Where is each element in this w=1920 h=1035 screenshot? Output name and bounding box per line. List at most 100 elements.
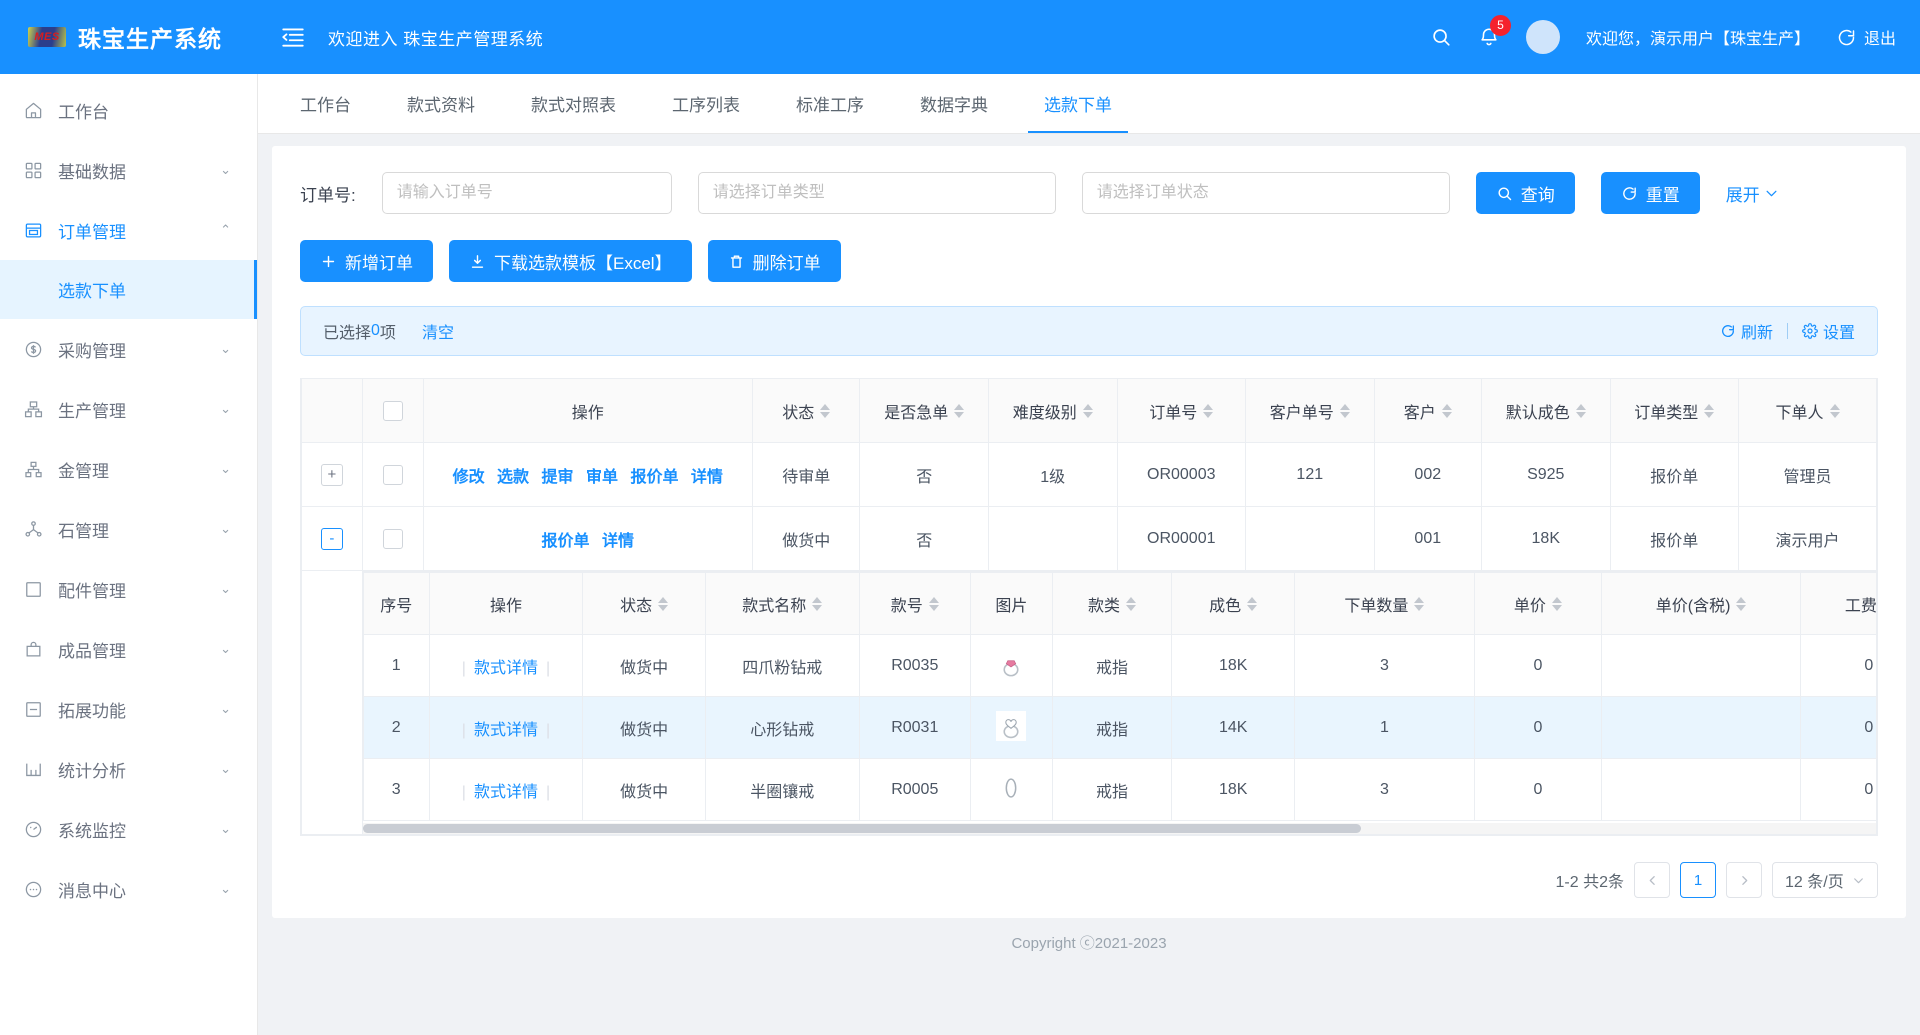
- subcol-price-tax[interactable]: 单价(含税): [1602, 573, 1801, 635]
- op-quotation[interactable]: 报价单: [630, 469, 678, 486]
- sort-icon[interactable]: [1126, 597, 1136, 611]
- col-order-no[interactable]: 订单号: [1117, 379, 1246, 443]
- prev-page-button[interactable]: [1634, 862, 1670, 898]
- page-1-button[interactable]: 1: [1680, 862, 1716, 898]
- collapse-row-button[interactable]: -: [321, 528, 343, 550]
- tab-workbench[interactable]: 工作台: [272, 74, 379, 133]
- sort-icon[interactable]: [954, 404, 964, 418]
- col-customer[interactable]: 客户: [1374, 379, 1481, 443]
- sort-icon[interactable]: [820, 404, 830, 418]
- sidebar-item-workbench[interactable]: 工作台: [0, 80, 257, 140]
- table-row[interactable]: 2 款式详情 做货中 心形钻戒 R0031: [363, 697, 1876, 759]
- sort-icon[interactable]: [1442, 404, 1452, 418]
- op-quotation[interactable]: 报价单: [542, 533, 590, 550]
- subcol-qty[interactable]: 下单数量: [1295, 573, 1475, 635]
- tab-select-style-order[interactable]: 选款下单: [1016, 74, 1140, 133]
- table-row[interactable]: + 修改 选款 提审 审单 报价单 详情 待审单: [302, 443, 1877, 507]
- op-detail[interactable]: 详情: [602, 533, 634, 550]
- sidebar-item-order-management[interactable]: 订单管理 ⌃: [0, 200, 257, 260]
- order-type-select[interactable]: [698, 172, 1056, 214]
- search-button[interactable]: 查询: [1476, 172, 1575, 214]
- subcol-price[interactable]: 单价: [1474, 573, 1601, 635]
- order-status-select[interactable]: [1082, 172, 1450, 214]
- col-operator[interactable]: 下单人: [1739, 379, 1877, 443]
- style-detail-link[interactable]: 款式详情: [462, 784, 550, 801]
- subcol-category[interactable]: 款类: [1052, 573, 1171, 635]
- table-row[interactable]: - 报价单 详情 做货中 否 OR00001: [302, 507, 1877, 571]
- page-size-select[interactable]: 12 条/页: [1772, 862, 1878, 898]
- op-detail[interactable]: 详情: [691, 469, 723, 486]
- sort-icon[interactable]: [1704, 404, 1714, 418]
- sidebar-item-statistics[interactable]: 统计分析 ⌄: [0, 739, 257, 799]
- sidebar-item-accessories[interactable]: 配件管理 ⌄: [0, 559, 257, 619]
- half-pave-ring-thumb[interactable]: [994, 771, 1028, 805]
- col-urgent[interactable]: 是否急单: [860, 379, 989, 443]
- add-order-button[interactable]: 新增订单: [300, 240, 433, 282]
- sidebar-item-message-center[interactable]: 消息中心 ⌄: [0, 859, 257, 919]
- sidebar-item-finished-goods[interactable]: 成品管理 ⌄: [0, 619, 257, 679]
- pink-diamond-ring-thumb[interactable]: [994, 647, 1028, 681]
- clear-selection-link[interactable]: 清空: [422, 319, 454, 343]
- sidebar-item-select-style-order[interactable]: 选款下单: [0, 260, 257, 319]
- sidebar-item-system-monitor[interactable]: 系统监控 ⌄: [0, 799, 257, 859]
- subcol-style-name[interactable]: 款式名称: [706, 573, 860, 635]
- order-no-input[interactable]: [382, 172, 672, 214]
- reset-button[interactable]: 重置: [1601, 172, 1700, 214]
- sort-icon[interactable]: [929, 597, 939, 611]
- row-checkbox[interactable]: [383, 529, 403, 549]
- tab-standard-process[interactable]: 标准工序: [768, 74, 892, 133]
- tab-process-list[interactable]: 工序列表: [644, 74, 768, 133]
- col-status[interactable]: 状态: [752, 379, 859, 443]
- sidebar-item-stone[interactable]: 石管理 ⌄: [0, 499, 257, 559]
- style-detail-link[interactable]: 款式详情: [462, 660, 550, 677]
- search-icon[interactable]: [1430, 26, 1452, 48]
- tab-data-dictionary[interactable]: 数据字典: [892, 74, 1016, 133]
- scrollbar-thumb[interactable]: [363, 824, 1362, 833]
- row-checkbox[interactable]: [383, 465, 403, 485]
- sort-icon[interactable]: [812, 597, 822, 611]
- logout-button[interactable]: 退出: [1836, 25, 1896, 49]
- sort-icon[interactable]: [1340, 404, 1350, 418]
- op-edit[interactable]: 修改: [453, 469, 485, 486]
- heart-diamond-ring-thumb[interactable]: [994, 709, 1028, 743]
- menu-fold-icon[interactable]: [280, 24, 306, 50]
- refresh-button[interactable]: 刷新: [1720, 319, 1773, 343]
- next-page-button[interactable]: [1726, 862, 1762, 898]
- sort-icon[interactable]: [658, 597, 668, 611]
- col-difficulty[interactable]: 难度级别: [988, 379, 1117, 443]
- op-review[interactable]: 审单: [586, 469, 618, 486]
- select-all-checkbox[interactable]: [383, 401, 403, 421]
- table-row[interactable]: 3 款式详情 做货中 半圈镶戒 R0005: [363, 759, 1876, 821]
- op-select-style[interactable]: 选款: [497, 469, 529, 486]
- style-detail-link[interactable]: 款式详情: [462, 722, 550, 739]
- col-order-type[interactable]: 订单类型: [1610, 379, 1739, 443]
- sort-icon[interactable]: [1736, 597, 1746, 611]
- subcol-purity[interactable]: 成色: [1172, 573, 1295, 635]
- sidebar-item-extensions[interactable]: 拓展功能 ⌄: [0, 679, 257, 739]
- col-default-purity[interactable]: 默认成色: [1482, 379, 1611, 443]
- download-template-button[interactable]: 下载选款模板【Excel】: [449, 240, 692, 282]
- sidebar-item-purchase[interactable]: 采购管理 ⌄: [0, 319, 257, 379]
- sidebar-item-basic-data[interactable]: 基础数据 ⌄: [0, 140, 257, 200]
- tab-style-data[interactable]: 款式资料: [379, 74, 503, 133]
- sort-icon[interactable]: [1414, 597, 1424, 611]
- sort-icon[interactable]: [1576, 404, 1586, 418]
- col-customer-order-no[interactable]: 客户单号: [1246, 379, 1375, 443]
- sort-icon[interactable]: [1552, 597, 1562, 611]
- avatar[interactable]: [1526, 20, 1560, 54]
- subcol-labor[interactable]: 工费: [1801, 573, 1876, 635]
- table-row[interactable]: 1 款式详情 做货中 四爪粉钻戒 R0035: [363, 635, 1876, 697]
- bell-icon[interactable]: 5: [1478, 26, 1500, 49]
- settings-button[interactable]: 设置: [1802, 319, 1855, 343]
- sort-icon[interactable]: [1247, 597, 1257, 611]
- subcol-status[interactable]: 状态: [583, 573, 706, 635]
- subcol-style-no[interactable]: 款号: [859, 573, 970, 635]
- sort-icon[interactable]: [1830, 404, 1840, 418]
- sort-icon[interactable]: [1083, 404, 1093, 418]
- sort-icon[interactable]: [1203, 404, 1213, 418]
- sidebar-item-gold[interactable]: 金管理 ⌄: [0, 439, 257, 499]
- expand-row-button[interactable]: +: [321, 464, 343, 486]
- delete-order-button[interactable]: 删除订单: [708, 240, 841, 282]
- expand-filters-link[interactable]: 展开: [1726, 181, 1779, 206]
- tab-style-compare[interactable]: 款式对照表: [503, 74, 644, 133]
